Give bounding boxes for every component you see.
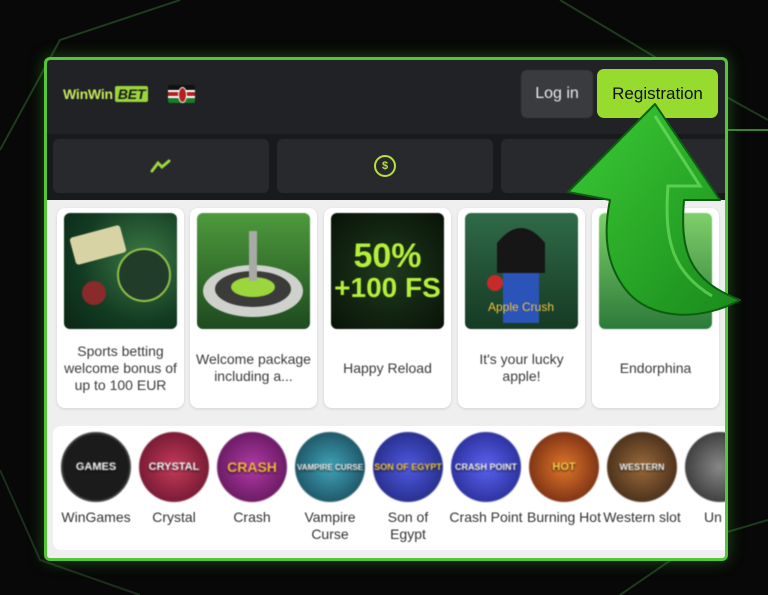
game-tile[interactable]: GAMES WinGames [57, 432, 135, 526]
games-panel: GAMES WinGames CRYSTAL Crystal CRASH Cra… [53, 426, 725, 550]
promo-image [599, 213, 712, 329]
promo-card[interactable]: 50% +100 FS Happy Reload [324, 208, 451, 408]
promo-image [64, 213, 177, 329]
game-tile[interactable]: CRASH POINT Crash Point [447, 432, 525, 526]
promo-card[interactable]: Welcome package including a... [190, 208, 317, 408]
game-label: Son of Egypt [387, 509, 429, 542]
casino-chip-icon: $ [374, 155, 396, 177]
game-label: Un C [704, 509, 725, 525]
game-label: Crystal [152, 509, 196, 525]
promo-title: It's your lucky apple! [479, 351, 564, 384]
game-tile[interactable]: CRASH Crash [213, 432, 291, 526]
registration-button[interactable]: Registration [597, 69, 718, 118]
game-label: Burning Hot [527, 509, 601, 525]
promo-title: Welcome package including a... [196, 351, 311, 384]
game-tile[interactable]: HOT Burning Hot [525, 432, 603, 526]
tab-more[interactable] [501, 139, 725, 193]
promo-image: 50% +100 FS [331, 213, 444, 329]
category-tabs: $ [47, 134, 725, 200]
game-icon: SON OF EGYPT [373, 432, 443, 502]
game-icon: GAMES [61, 432, 131, 502]
game-label: Vampire Curse [304, 509, 356, 542]
game-tile[interactable]: Un C [681, 432, 725, 526]
game-icon: HOT [529, 432, 599, 502]
svg-text:Apple Crush: Apple Crush [488, 300, 554, 314]
game-tile[interactable]: CRYSTAL Crystal [135, 432, 213, 526]
game-icon [685, 432, 725, 502]
game-label: Crash Point [449, 509, 523, 525]
promo-image [197, 213, 310, 329]
promo-image: Apple Crush [465, 213, 578, 329]
game-tile[interactable]: SON OF EGYPT Son of Egypt [369, 432, 447, 543]
tab-casino[interactable]: $ [277, 139, 493, 193]
promo-card[interactable]: Apple Crush It's your lucky apple! [458, 208, 585, 408]
game-tile[interactable]: VAMPIRE CURSE Vampire Curse [291, 432, 369, 543]
game-icon: CRASH POINT [451, 432, 521, 502]
promo-title: Happy Reload [343, 359, 432, 376]
promo-card[interactable]: Sports betting welcome bonus of up to 10… [57, 208, 184, 408]
kenya-flag-icon[interactable] [168, 85, 195, 103]
tab-sports[interactable] [53, 139, 269, 193]
game-label: Crash [233, 509, 271, 525]
game-icon: CRYSTAL [139, 432, 209, 502]
games-carousel: GAMES WinGames CRYSTAL Crystal CRASH Cra… [47, 426, 725, 558]
promo-carousel: Sports betting welcome bonus of up to 10… [47, 200, 725, 420]
promo-title: Endorphina [619, 359, 692, 376]
game-icon: VAMPIRE CURSE [295, 432, 365, 502]
game-label: WinGames [61, 509, 131, 525]
header-bar: WinWin BET Log in Registration [47, 60, 725, 134]
brand-logo[interactable]: WinWin BET [63, 86, 149, 102]
game-icon: CRASH [217, 432, 287, 502]
sports-icon [150, 159, 171, 173]
promo-card[interactable]: Endorphina [592, 208, 719, 408]
login-button[interactable]: Log in [521, 70, 593, 118]
promo-title: Sports betting welcome bonus of up to 10… [64, 342, 177, 393]
game-tile[interactable]: WESTERN Western slot [603, 432, 681, 526]
app-screenshot-frame: WinWin BET Log in Registration $ Sports … [44, 57, 728, 561]
game-label: Western slot [603, 509, 681, 525]
game-icon: WESTERN [607, 432, 677, 502]
